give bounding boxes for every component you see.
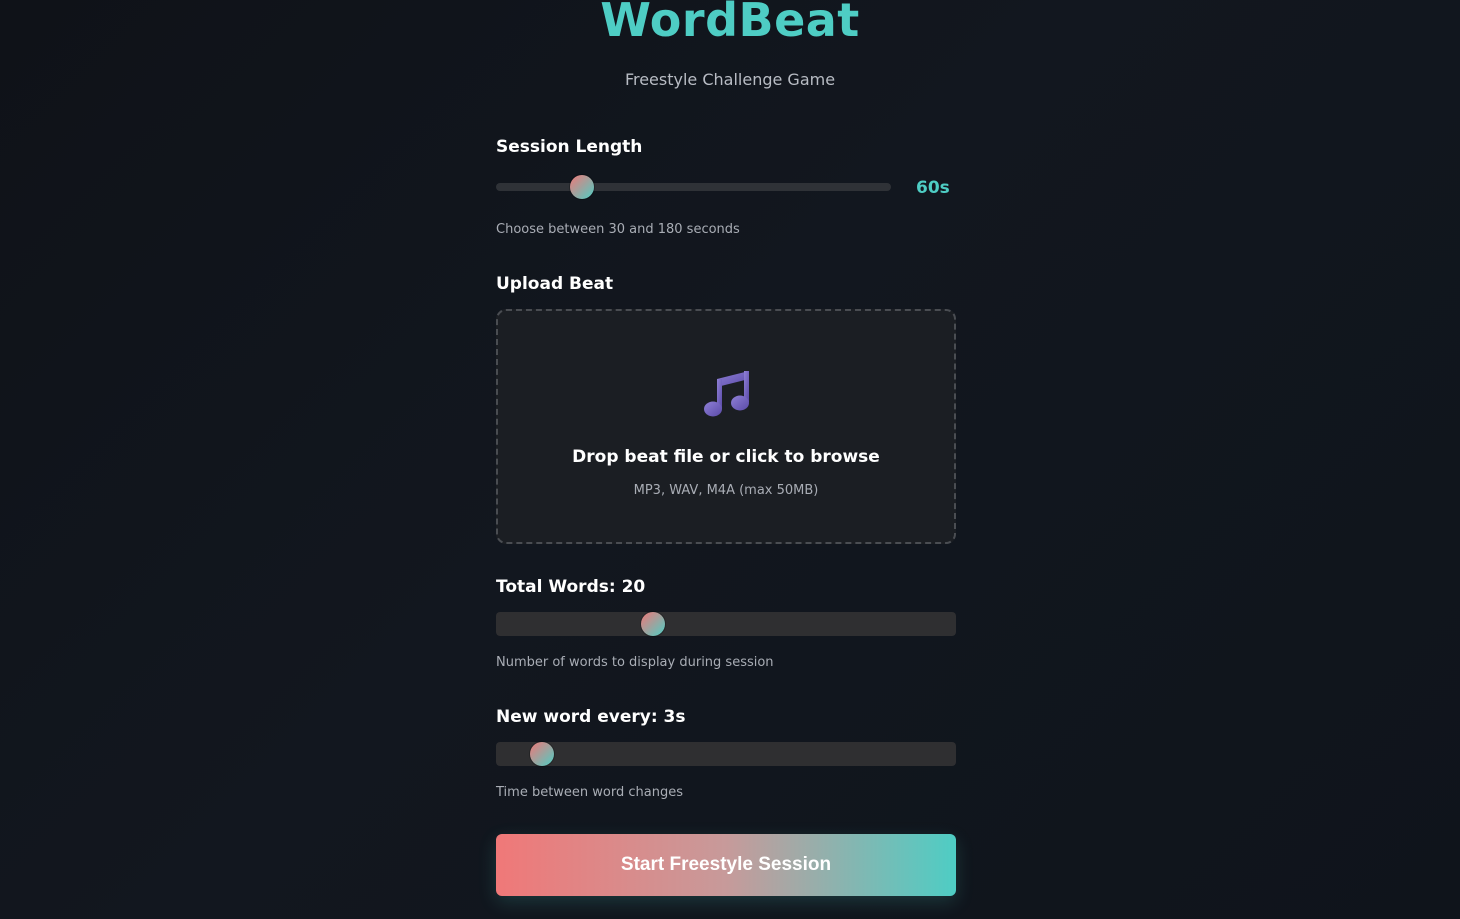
beat-dropzone[interactable]: Drop beat file or click to browse MP3, W… <box>496 309 956 544</box>
word-interval-hint: Time between word changes <box>496 785 683 800</box>
total-words-label: Total Words: 20 <box>496 577 646 597</box>
session-length-thumb[interactable] <box>570 175 594 199</box>
start-session-button[interactable]: Start Freestyle Session <box>496 834 956 896</box>
session-length-label: Session Length <box>496 137 643 157</box>
upload-beat-label: Upload Beat <box>496 274 614 294</box>
total-words-hint: Number of words to display during sessio… <box>496 655 774 670</box>
session-length-value: 60s <box>916 178 950 198</box>
session-length-track[interactable] <box>496 183 891 191</box>
session-length-hint: Choose between 30 and 180 seconds <box>496 222 740 237</box>
word-interval-label: New word every: 3s <box>496 707 686 727</box>
word-interval-thumb[interactable] <box>530 742 554 766</box>
dropzone-hint: MP3, WAV, M4A (max 50MB) <box>633 483 819 498</box>
app-subtitle: Freestyle Challenge Game <box>624 70 836 89</box>
app-title: WordBeat <box>600 0 860 47</box>
word-interval-slider[interactable] <box>496 742 956 766</box>
app-page: WordBeat Freestyle Challenge Game Sessio… <box>0 0 1460 919</box>
total-words-thumb[interactable] <box>641 612 665 636</box>
music-note-icon <box>704 371 749 417</box>
total-words-slider[interactable] <box>496 612 956 636</box>
dropzone-title: Drop beat file or click to browse <box>572 447 880 467</box>
